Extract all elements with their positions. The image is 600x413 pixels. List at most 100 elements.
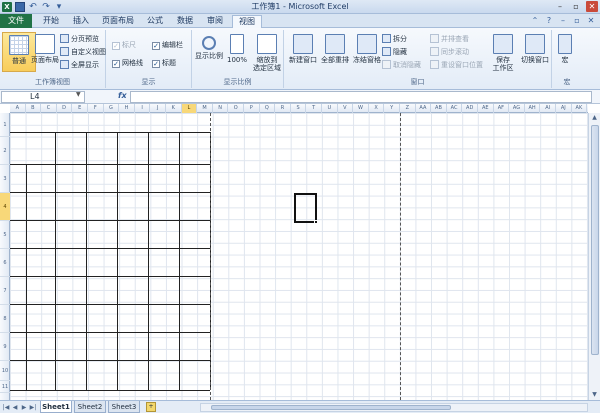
doc-restore-icon[interactable]: ▫ <box>572 16 582 26</box>
vertical-scrollbar[interactable]: ▲ ▼ <box>588 113 600 400</box>
horizontal-scroll-thumb[interactable] <box>211 405 451 410</box>
formula-bar-checkbox[interactable]: ✓ 编辑栏 <box>152 40 183 51</box>
view-side-by-side-button[interactable]: 并排查看 <box>430 34 469 45</box>
column-header[interactable]: V <box>338 104 354 113</box>
column-header[interactable]: O <box>228 104 244 113</box>
headings-checkbox[interactable]: ✓ 标题 <box>152 58 176 69</box>
ruler-checkbox[interactable]: ✓ 标尺 <box>112 40 136 51</box>
row-header[interactable]: 11 <box>0 381 10 393</box>
column-header[interactable]: L <box>181 104 198 113</box>
column-header[interactable]: AJ <box>556 104 572 113</box>
tab-review[interactable]: 审阅 <box>202 15 228 28</box>
gridlines-checkbox[interactable]: ✓ 网格线 <box>112 58 143 69</box>
column-header[interactable]: M <box>197 104 213 113</box>
name-box[interactable]: L4 <box>1 91 85 103</box>
column-header[interactable]: AI <box>540 104 556 113</box>
tab-formulas[interactable]: 公式 <box>142 15 168 28</box>
page-break-preview-button[interactable]: 分页预览 <box>60 34 99 45</box>
column-header[interactable]: F <box>88 104 104 113</box>
tab-file[interactable]: 文件 <box>0 14 32 28</box>
column-header[interactable]: G <box>104 104 120 113</box>
column-header[interactable]: J <box>150 104 166 113</box>
horizontal-scrollbar[interactable] <box>200 403 588 412</box>
save-workspace-button[interactable]: 保存 工作区 <box>486 32 520 72</box>
column-header[interactable]: E <box>72 104 88 113</box>
zoom-button[interactable]: 显示比例 <box>192 32 226 72</box>
maximize-button[interactable]: ▫ <box>570 1 582 12</box>
row-header[interactable]: 5 <box>0 221 10 249</box>
row-header[interactable]: 2 <box>0 137 10 165</box>
help-icon[interactable]: ? <box>544 16 554 26</box>
column-header[interactable]: S <box>291 104 307 113</box>
column-header[interactable]: T <box>306 104 322 113</box>
tab-home[interactable]: 开始 <box>38 15 64 28</box>
next-sheet-icon[interactable]: ▶ <box>20 403 28 412</box>
row-header[interactable]: 3 <box>0 165 10 193</box>
column-header[interactable]: A <box>10 104 26 113</box>
hide-button[interactable]: 隐藏 <box>382 47 407 58</box>
doc-close-icon[interactable]: ✕ <box>586 16 596 26</box>
column-header[interactable]: C <box>41 104 57 113</box>
macros-button[interactable]: 宏 <box>552 32 578 72</box>
sync-scroll-button[interactable]: 同步滚动 <box>430 47 469 58</box>
row-header[interactable]: 8 <box>0 305 10 333</box>
page-layout-view-button[interactable]: 页面布局 <box>28 32 62 72</box>
row-header[interactable]: 7 <box>0 277 10 305</box>
custom-views-button[interactable]: 自定义视图 <box>60 47 106 58</box>
scroll-up-icon[interactable]: ▲ <box>589 113 600 123</box>
tab-insert[interactable]: 插入 <box>68 15 94 28</box>
vertical-scroll-thumb[interactable] <box>591 125 599 355</box>
formula-input[interactable] <box>130 91 592 103</box>
column-header[interactable]: Y <box>384 104 400 113</box>
reset-window-position-button[interactable]: 重设窗口位置 <box>430 60 483 71</box>
insert-function-icon[interactable]: fx <box>118 91 127 100</box>
sheet-tab-sheet3[interactable]: Sheet3 <box>108 401 140 413</box>
cell-grid[interactable] <box>10 113 588 400</box>
active-cell-l4[interactable] <box>294 193 317 223</box>
name-box-dropdown-icon[interactable]: ▼ <box>76 91 81 98</box>
column-header[interactable]: AB <box>431 104 447 113</box>
split-button[interactable]: 拆分 <box>382 34 407 45</box>
row-header[interactable]: 1 <box>0 113 10 137</box>
column-header[interactable]: B <box>26 104 42 113</box>
row-header[interactable]: 4 <box>0 193 10 221</box>
column-header[interactable]: W <box>353 104 369 113</box>
row-header[interactable]: 6 <box>0 249 10 277</box>
column-header[interactable]: K <box>166 104 182 113</box>
minimize-ribbon-icon[interactable]: ⌃ <box>530 16 540 26</box>
column-header[interactable]: N <box>213 104 229 113</box>
column-header[interactable]: Z <box>400 104 416 113</box>
switch-windows-button[interactable]: 切换窗口 <box>518 32 552 72</box>
arrange-all-button[interactable]: 全部重排 <box>318 32 352 72</box>
column-header[interactable]: H <box>119 104 135 113</box>
column-header[interactable]: D <box>57 104 73 113</box>
column-header[interactable]: AG <box>509 104 525 113</box>
column-header[interactable]: Q <box>260 104 276 113</box>
sheet-tab-sheet2[interactable]: Sheet2 <box>74 401 106 413</box>
column-header[interactable]: AH <box>525 104 541 113</box>
first-sheet-icon[interactable]: |◀ <box>2 403 10 412</box>
column-header[interactable]: I <box>135 104 151 113</box>
unhide-button[interactable]: 取消隐藏 <box>382 60 421 71</box>
column-header[interactable]: P <box>244 104 260 113</box>
column-header[interactable]: AF <box>494 104 510 113</box>
fill-handle[interactable] <box>314 220 318 224</box>
scroll-down-icon[interactable]: ▼ <box>589 390 600 400</box>
column-header[interactable]: AK <box>572 104 588 113</box>
new-window-button[interactable]: 新建窗口 <box>286 32 320 72</box>
column-header[interactable]: AC <box>447 104 463 113</box>
row-header[interactable]: 10 <box>0 361 10 381</box>
full-screen-button[interactable]: 全屏显示 <box>60 60 99 71</box>
column-header[interactable]: AE <box>478 104 494 113</box>
sheet-tab-sheet1[interactable]: Sheet1 <box>40 401 72 413</box>
last-sheet-icon[interactable]: ▶| <box>29 403 37 412</box>
zoom-100-button[interactable]: 100% <box>224 32 250 72</box>
tab-view[interactable]: 视图 <box>232 15 262 29</box>
freeze-panes-button[interactable]: 冻结窗格 <box>350 32 384 72</box>
column-header[interactable]: X <box>369 104 385 113</box>
column-header[interactable]: U <box>322 104 338 113</box>
tab-data[interactable]: 数据 <box>172 15 198 28</box>
tab-page-layout[interactable]: 页面布局 <box>98 15 138 28</box>
column-header[interactable]: R <box>275 104 291 113</box>
column-header[interactable]: AA <box>416 104 432 113</box>
